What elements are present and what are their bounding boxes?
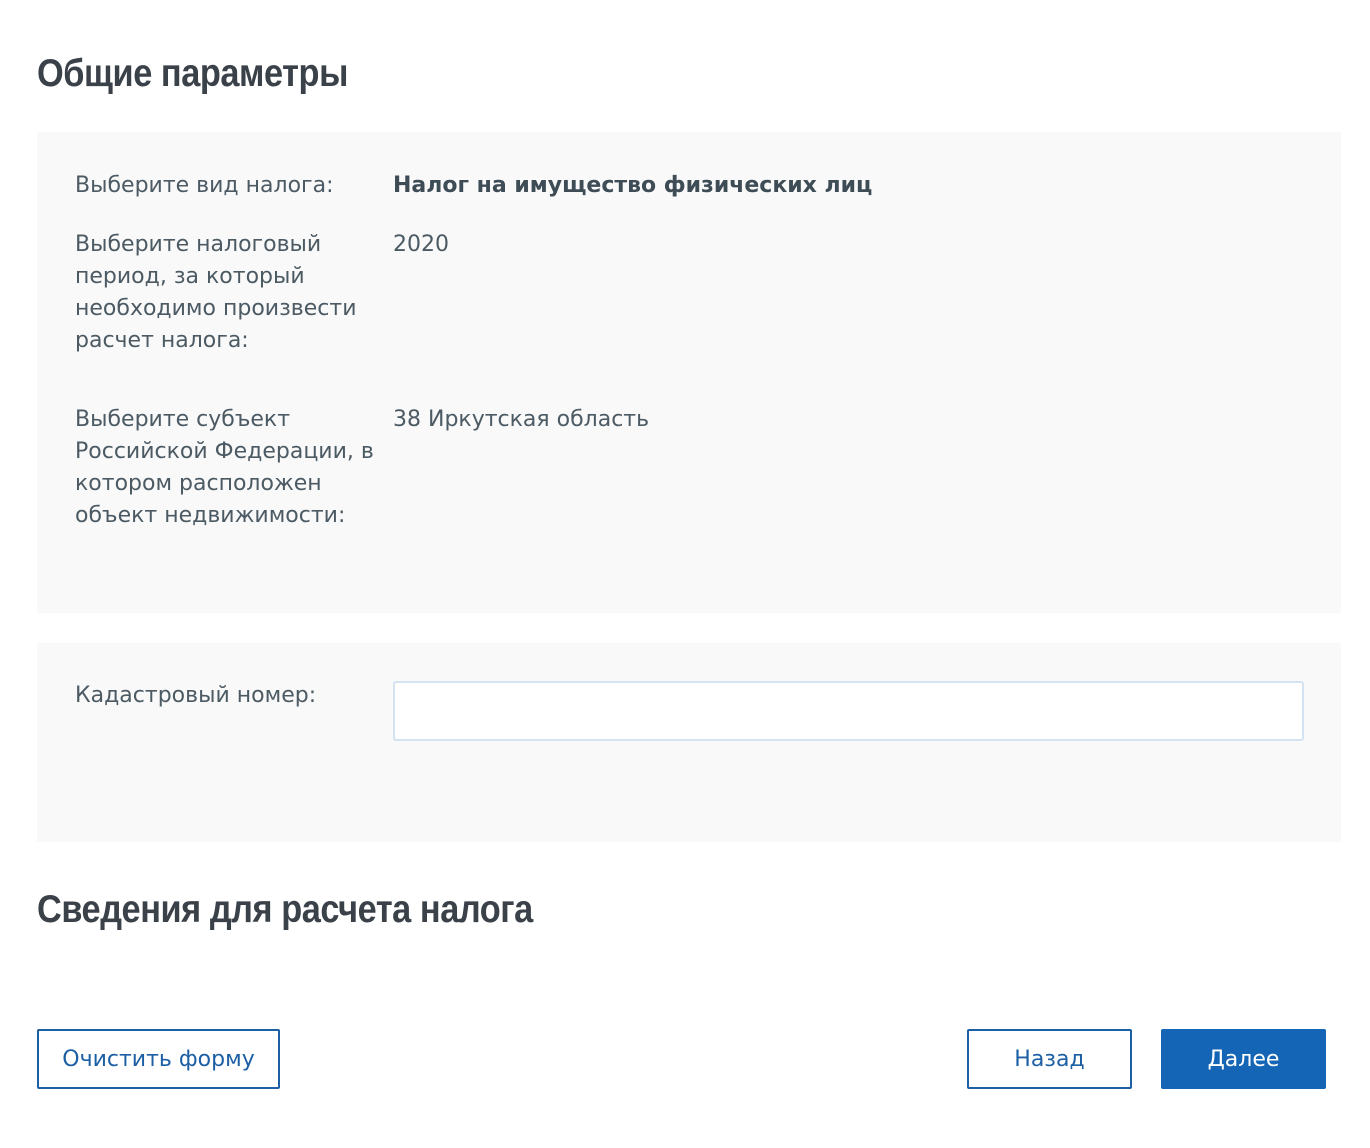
tax-period-value: 2020	[393, 232, 449, 257]
cadastral-label: Кадастровый номер:	[75, 683, 317, 708]
tax-period-label: Выберите налоговый период, за который не…	[75, 232, 357, 353]
cadastral-number-input[interactable]	[393, 681, 1304, 741]
calc-info-title: Сведения для расчета налога	[37, 888, 533, 931]
back-button[interactable]: Назад	[967, 1029, 1132, 1089]
clear-form-button[interactable]: Очистить форму	[37, 1029, 280, 1089]
tax-type-label: Выберите вид налога:	[75, 173, 334, 198]
tax-period-row: Выберите налоговый период, за который не…	[75, 229, 1305, 357]
region-label: Выберите субъект Российской Федерации, в…	[75, 407, 374, 528]
tax-type-value: Налог на имущество физических лиц	[393, 173, 873, 198]
region-row: Выберите субъект Российской Федерации, в…	[75, 404, 1305, 532]
general-params-title: Общие параметры	[37, 52, 348, 95]
next-button[interactable]: Далее	[1161, 1029, 1326, 1089]
cadastral-panel: Кадастровый номер:	[37, 643, 1341, 842]
general-params-panel: Выберите вид налога: Налог на имущество …	[37, 132, 1341, 613]
region-value: 38 Иркутская область	[393, 407, 650, 432]
tax-type-row: Выберите вид налога: Налог на имущество …	[75, 170, 1305, 202]
